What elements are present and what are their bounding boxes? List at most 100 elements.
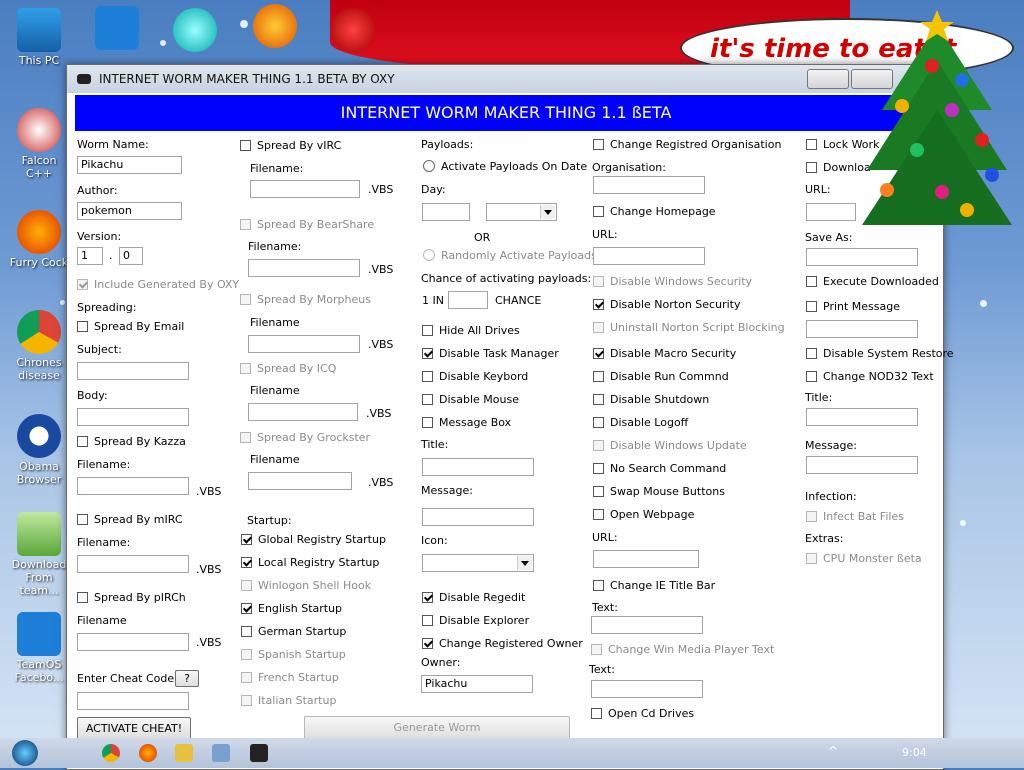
- german-startup-checkbox[interactable]: German Startup: [241, 625, 346, 639]
- include-generated-checkbox[interactable]: Include Generated By OXY: [77, 278, 239, 292]
- desktop-icon-download[interactable]: Download From team...: [8, 512, 70, 597]
- spread-icq-checkbox[interactable]: Spread By ICQ: [240, 362, 336, 376]
- author-input[interactable]: pokemon: [77, 202, 182, 220]
- mirc-filename-input[interactable]: [77, 555, 189, 573]
- desktop-icon-pinball[interactable]: [244, 4, 306, 50]
- winlogon-checkbox[interactable]: Winlogon Shell Hook: [241, 579, 371, 593]
- global-registry-checkbox[interactable]: Global Registry Startup: [241, 533, 386, 547]
- disable-norton-checkbox[interactable]: Disable Norton Security: [593, 298, 740, 312]
- ie-title-input[interactable]: [591, 616, 703, 634]
- change-wmp-checkbox[interactable]: Change Win Media Player Text: [591, 643, 774, 657]
- organisation-input[interactable]: [593, 176, 705, 194]
- webpage-url-input[interactable]: [593, 550, 699, 568]
- change-ie-title-checkbox[interactable]: Change IE Title Bar: [593, 579, 715, 593]
- desktop-icon-chrome[interactable]: Chrones disease: [8, 310, 70, 382]
- cheat-code-input[interactable]: [77, 692, 189, 710]
- window-icon[interactable]: [212, 744, 230, 762]
- spread-bearshare-checkbox[interactable]: Spread By BearShare: [240, 218, 374, 232]
- desktop-icon-firefox[interactable]: Furry Cock: [8, 210, 70, 269]
- swap-mouse-checkbox[interactable]: Swap Mouse Buttons: [593, 485, 725, 499]
- disable-windows-update-checkbox[interactable]: Disable Windows Update: [593, 439, 747, 453]
- desktop-icon-falcon[interactable]: Falcon C++: [8, 108, 70, 180]
- disable-logoff-checkbox[interactable]: Disable Logoff: [593, 416, 688, 430]
- owner-input[interactable]: Pikachu: [421, 675, 533, 693]
- grockster-filename-input[interactable]: [248, 472, 352, 490]
- change-homepage-checkbox[interactable]: Change Homepage: [593, 205, 716, 219]
- version-minor-input[interactable]: 0: [119, 247, 143, 265]
- italian-startup-checkbox[interactable]: Italian Startup: [241, 694, 336, 708]
- desktop-icon-diamond[interactable]: [164, 8, 226, 54]
- month-dropdown[interactable]: [486, 203, 557, 221]
- execute-downloaded-checkbox[interactable]: Execute Downloaded: [806, 275, 939, 289]
- disable-task-manager-checkbox[interactable]: Disable Task Manager: [422, 347, 559, 361]
- kazza-filename-input[interactable]: [77, 477, 189, 495]
- desktop-icon-angry-birds[interactable]: [322, 8, 384, 54]
- start-button-icon[interactable]: [12, 740, 38, 766]
- cheat-help-button[interactable]: ?: [175, 670, 199, 687]
- activate-on-date-radio[interactable]: Activate Payloads On Date: [423, 160, 587, 173]
- activate-cheat-button[interactable]: ACTIVATE CHEAT!: [77, 717, 191, 740]
- spread-email-checkbox[interactable]: Spread By Email: [77, 320, 184, 334]
- homepage-url-input[interactable]: [593, 247, 705, 265]
- worm-maker-icon[interactable]: [250, 744, 268, 762]
- no-search-checkbox[interactable]: No Search Command: [593, 462, 726, 476]
- french-startup-checkbox[interactable]: French Startup: [241, 671, 339, 685]
- disable-run-checkbox[interactable]: Disable Run Commnd: [593, 370, 729, 384]
- spread-mirc-checkbox[interactable]: Spread By mIRC: [77, 513, 183, 527]
- icon-dropdown[interactable]: [422, 554, 534, 572]
- spread-virc-checkbox[interactable]: Spread By vIRC: [240, 139, 341, 153]
- desktop-icon-teamos[interactable]: [86, 6, 148, 52]
- nod32-title-input[interactable]: [806, 408, 918, 426]
- message-input[interactable]: [422, 508, 534, 526]
- morpheus-filename-input[interactable]: [248, 335, 360, 353]
- generate-worm-button[interactable]: Generate Worm: [304, 716, 570, 740]
- version-major-input[interactable]: 1: [77, 247, 103, 265]
- disable-windows-security-checkbox[interactable]: Disable Windows Security: [593, 275, 752, 289]
- cpu-monster-checkbox[interactable]: CPU Monster ßeta: [806, 552, 922, 566]
- spread-kazza-checkbox[interactable]: Spread By Kazza: [77, 435, 186, 449]
- nod32-message-input[interactable]: [806, 456, 918, 474]
- uninstall-norton-checkbox[interactable]: Uninstall Norton Script Blocking: [593, 321, 785, 335]
- bearshare-filename-input[interactable]: [248, 259, 360, 277]
- local-registry-checkbox[interactable]: Local Registry Startup: [241, 556, 379, 570]
- disable-regedit-checkbox[interactable]: Disable Regedit: [422, 591, 525, 605]
- wmp-text-input[interactable]: [591, 680, 703, 698]
- disable-mouse-checkbox[interactable]: Disable Mouse: [422, 393, 519, 407]
- print-message-checkbox[interactable]: Print Message: [806, 300, 900, 314]
- random-activate-radio[interactable]: Randomly Activate Payloads: [423, 249, 597, 262]
- print-message-input[interactable]: [806, 320, 918, 338]
- disable-macro-checkbox[interactable]: Disable Macro Security: [593, 347, 736, 361]
- body-input[interactable]: [77, 408, 189, 426]
- disable-system-restore-checkbox[interactable]: Disable System Restore: [806, 347, 954, 361]
- spread-pirch-checkbox[interactable]: Spread By pIRCh: [77, 591, 186, 605]
- clock[interactable]: 9:04: [902, 746, 927, 759]
- firefox-icon[interactable]: [139, 744, 157, 762]
- disable-explorer-checkbox[interactable]: Disable Explorer: [422, 614, 529, 628]
- open-cd-checkbox[interactable]: Open Cd Drives: [591, 707, 694, 721]
- spread-morpheus-checkbox[interactable]: Spread By Morpheus: [240, 293, 371, 307]
- disable-shutdown-checkbox[interactable]: Disable Shutdown: [593, 393, 709, 407]
- english-startup-checkbox[interactable]: English Startup: [241, 602, 342, 616]
- message-title-input[interactable]: [422, 458, 534, 476]
- change-org-checkbox[interactable]: Change Registred Organisation: [593, 138, 781, 152]
- disable-keyboard-checkbox[interactable]: Disable Keybord: [422, 370, 528, 384]
- subject-input[interactable]: [77, 362, 189, 380]
- spanish-startup-checkbox[interactable]: Spanish Startup: [241, 648, 346, 662]
- desktop-icon-teamos-facebook[interactable]: TeamOS Facebo...: [8, 612, 70, 684]
- download-checkbox[interactable]: Downloa: [806, 161, 871, 175]
- spread-grockster-checkbox[interactable]: Spread By Grockster: [240, 431, 370, 445]
- save-as-input[interactable]: [806, 248, 918, 266]
- change-owner-checkbox[interactable]: Change Registered Owner: [422, 637, 583, 651]
- change-nod32-checkbox[interactable]: Change NOD32 Text: [806, 370, 934, 384]
- title-bar[interactable]: INTERNET WORM MAKER THING 1.1 BETA BY OX…: [67, 65, 943, 93]
- chance-input[interactable]: [448, 291, 488, 309]
- open-webpage-checkbox[interactable]: Open Webpage: [593, 508, 694, 522]
- hide-drives-checkbox[interactable]: Hide All Drives: [422, 324, 520, 338]
- worm-name-input[interactable]: Pikachu: [77, 156, 182, 174]
- download-url-input[interactable]: [806, 203, 856, 221]
- day-input[interactable]: [422, 203, 470, 221]
- infect-bat-checkbox[interactable]: Infect Bat Files: [806, 510, 904, 524]
- icq-filename-input[interactable]: [248, 403, 358, 421]
- message-box-checkbox[interactable]: Message Box: [422, 416, 511, 430]
- desktop-icon-obama[interactable]: Obama Browser: [8, 414, 70, 486]
